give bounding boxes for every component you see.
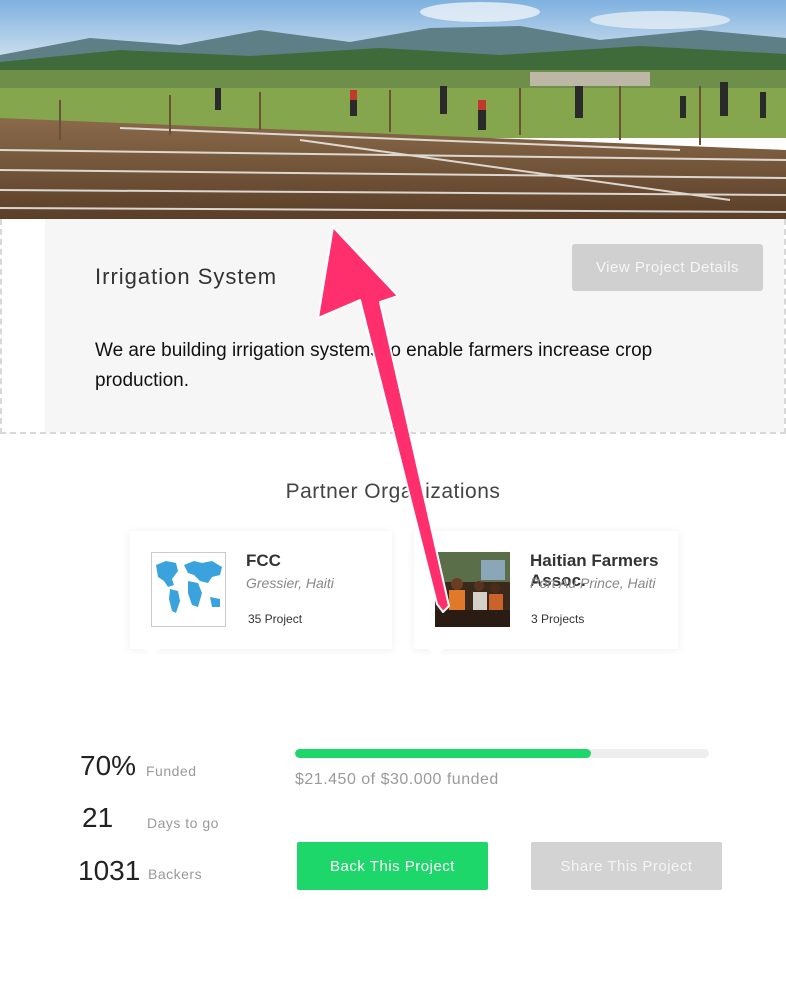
funded-amount-text: $21.450 of $30.000 funded	[295, 771, 499, 788]
backers-label: Backers	[148, 866, 203, 882]
partner-card-haitian-farmers[interactable]: Haitian Farmers Assoc. Port Au Prince, H…	[414, 531, 678, 657]
funded-percent: 70%	[80, 750, 137, 781]
partner-project-count: 3 Projects	[531, 612, 585, 626]
project-hero-image	[0, 0, 786, 220]
partner-project-count: 35 Project	[248, 612, 303, 626]
partner-location: Gressier, Haiti	[246, 575, 334, 591]
backers-count: 1031	[78, 855, 141, 886]
partner-location: Port Au Prince, Haiti	[530, 575, 656, 591]
share-project-button[interactable]: Share This Project	[531, 842, 722, 890]
partner-thumbnail-world-map	[151, 552, 226, 627]
days-to-go-label: Days to go	[147, 815, 219, 831]
funding-progress-bar	[295, 749, 709, 758]
partners-heading: Partner Organizations	[285, 480, 501, 503]
back-project-button[interactable]: Back This Project	[297, 842, 488, 890]
card-pointer	[428, 649, 444, 657]
partner-name: FCC	[246, 551, 281, 570]
view-project-details-button[interactable]: View Project Details	[572, 244, 763, 291]
partner-card-fcc[interactable]: FCC Gressier, Haiti 35 Project	[130, 531, 392, 657]
project-description: We are building irrigation systems to en…	[95, 340, 653, 391]
card-pointer	[144, 649, 160, 657]
days-to-go-value: 21	[82, 802, 114, 833]
funding-progress-fill	[295, 749, 591, 758]
partner-thumbnail-photo	[435, 552, 510, 627]
funded-label: Funded	[146, 763, 197, 779]
project-title: Irrigation System	[95, 264, 278, 289]
